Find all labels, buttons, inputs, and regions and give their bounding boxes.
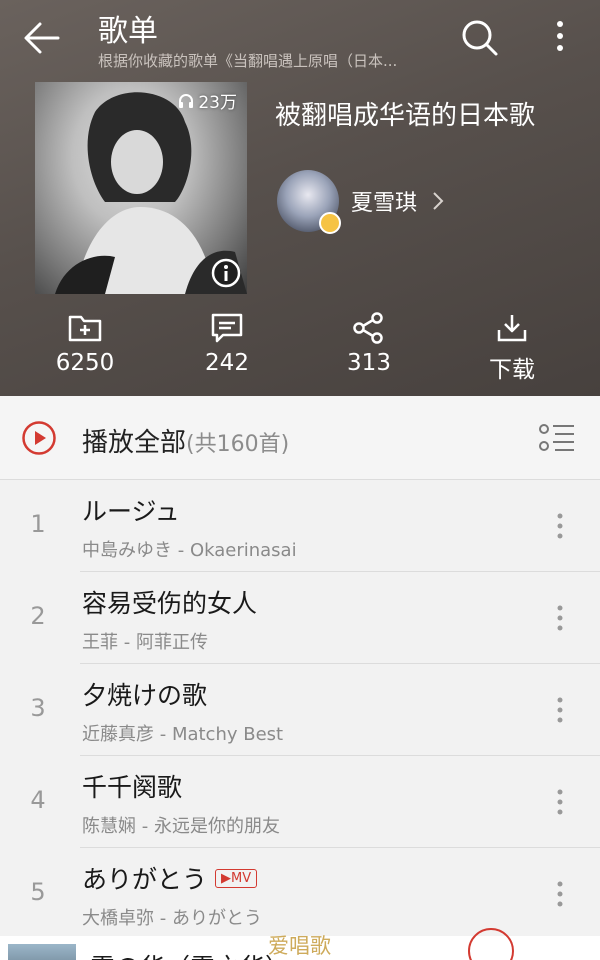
song-row[interactable]: 3 夕焼けの歌 近藤真彦 - Matchy Best bbox=[0, 664, 600, 756]
search-button[interactable] bbox=[458, 16, 502, 60]
multi-select-icon[interactable] bbox=[538, 422, 576, 454]
song-number: 3 bbox=[30, 694, 46, 722]
song-row[interactable]: 4 千千阕歌 陈慧娴 - 永远是你的朋友 bbox=[0, 756, 600, 848]
watermark: 爱唱歌 bbox=[268, 934, 331, 958]
song-artist-album: 陈慧娴 - 永远是你的朋友 bbox=[82, 816, 280, 837]
song-title-text: 千千阕歌 bbox=[82, 773, 183, 802]
creator-avatar bbox=[277, 170, 341, 234]
partial-song-title: 雪の华（雪之华） bbox=[90, 948, 290, 960]
page-title: 歌单 bbox=[98, 14, 158, 49]
song-artist-album: 王菲 - 阿菲正传 bbox=[82, 632, 208, 653]
play-all-text: 播放全部 bbox=[82, 428, 187, 458]
song-title-text: ありがとう bbox=[82, 865, 208, 894]
page-subtitle: 根据你收藏的歌单《当翻唱遇上原唱（日本... bbox=[98, 52, 398, 70]
download-icon bbox=[497, 315, 527, 342]
song-info: ルージュ 中島みゆき - Okaerinasai bbox=[80, 480, 600, 572]
headphones-icon bbox=[179, 93, 194, 108]
song-info: 千千阕歌 陈慧娴 - 永远是你的朋友 bbox=[80, 756, 600, 848]
song-title: ありがとう ▶MV bbox=[82, 860, 258, 896]
song-artist-album: 近藤真彦 - Matchy Best bbox=[82, 724, 284, 745]
song-title-text: 夕焼けの歌 bbox=[82, 681, 208, 710]
play-circle-icon bbox=[22, 421, 56, 455]
info-icon bbox=[211, 258, 241, 288]
song-info: 容易受伤的女人 王菲 - 阿菲正传 bbox=[80, 572, 600, 664]
playlist-cover[interactable]: 23万 bbox=[35, 82, 247, 294]
playlist-title: 被翻唱成华语的日本歌 bbox=[275, 101, 536, 131]
more-vertical-icon bbox=[557, 21, 563, 51]
comment-count: 242 bbox=[205, 350, 249, 376]
song-title-text: 容易受伤的女人 bbox=[82, 589, 258, 618]
song-info: 夕焼けの歌 近藤真彦 - Matchy Best bbox=[80, 664, 600, 756]
song-count: (共160首) bbox=[186, 432, 290, 457]
download-label: 下载 bbox=[489, 357, 535, 383]
favorite-action[interactable]: 6250 bbox=[14, 312, 156, 376]
creator-name: 夏雪琪 bbox=[351, 191, 418, 216]
play-all-row[interactable]: 播放全部(共160首) bbox=[0, 396, 600, 480]
song-list: 播放全部(共160首) 1 ルージュ 中島みゆき - Okaerinasai 2… bbox=[0, 396, 600, 960]
song-title: ルージュ bbox=[82, 492, 180, 528]
song-number: 5 bbox=[30, 878, 46, 906]
playlist-header: 歌单 根据你收藏的歌单《当翻唱遇上原唱（日本... 23万 被翻唱成华语的日本歌… bbox=[0, 0, 600, 396]
comment-icon bbox=[211, 313, 243, 343]
add-folder-icon bbox=[68, 315, 102, 342]
song-number: 2 bbox=[30, 602, 46, 630]
share-action[interactable]: 313 bbox=[298, 312, 440, 376]
arrow-left-icon bbox=[24, 22, 60, 54]
play-count: 23万 bbox=[177, 88, 237, 113]
play-count-value: 23万 bbox=[198, 93, 237, 113]
song-more-icon[interactable] bbox=[542, 876, 578, 912]
search-icon bbox=[462, 20, 498, 56]
song-title: 千千阕歌 bbox=[82, 768, 182, 804]
song-row[interactable]: 2 容易受伤的女人 王菲 - 阿菲正传 bbox=[0, 572, 600, 664]
creator-link[interactable]: 夏雪琪 bbox=[277, 170, 445, 234]
song-number: 1 bbox=[30, 510, 46, 538]
more-options-button[interactable] bbox=[540, 16, 580, 60]
song-number: 4 bbox=[30, 786, 46, 814]
song-title: 容易受伤的女人 bbox=[82, 584, 257, 620]
song-title: 夕焼けの歌 bbox=[82, 676, 207, 712]
partial-song-cover bbox=[8, 944, 76, 960]
share-icon bbox=[353, 312, 383, 344]
comment-action[interactable]: 242 bbox=[156, 312, 298, 376]
song-row[interactable]: 5 ありがとう ▶MV 大橋卓弥 - ありがとう bbox=[0, 848, 600, 940]
download-action[interactable]: 下载 bbox=[441, 312, 583, 384]
action-bar: 6250 242 313 下载 bbox=[0, 312, 600, 388]
playlist-info-button[interactable] bbox=[211, 258, 241, 288]
chevron-right-icon bbox=[433, 192, 444, 210]
song-row[interactable]: 1 ルージュ 中島みゆき - Okaerinasai bbox=[0, 480, 600, 572]
star-badge-icon bbox=[319, 212, 341, 234]
song-more-icon[interactable] bbox=[542, 692, 578, 728]
back-button[interactable] bbox=[22, 18, 66, 58]
song-more-icon[interactable] bbox=[542, 508, 578, 544]
song-more-icon[interactable] bbox=[542, 600, 578, 636]
share-count: 313 bbox=[347, 350, 391, 376]
song-title-text: ルージュ bbox=[82, 497, 180, 526]
song-artist-album: 大橋卓弥 - ありがとう bbox=[82, 908, 262, 929]
song-artist-album: 中島みゆき - Okaerinasai bbox=[82, 540, 297, 561]
play-all-label: 播放全部(共160首) bbox=[82, 422, 289, 459]
favorite-count: 6250 bbox=[55, 350, 115, 376]
song-more-icon[interactable] bbox=[542, 784, 578, 820]
top-bar: 歌单 根据你收藏的歌单《当翻唱遇上原唱（日本... bbox=[0, 0, 600, 80]
mv-badge[interactable]: ▶MV bbox=[215, 868, 258, 888]
song-info: ありがとう ▶MV 大橋卓弥 - ありがとう bbox=[80, 848, 600, 940]
